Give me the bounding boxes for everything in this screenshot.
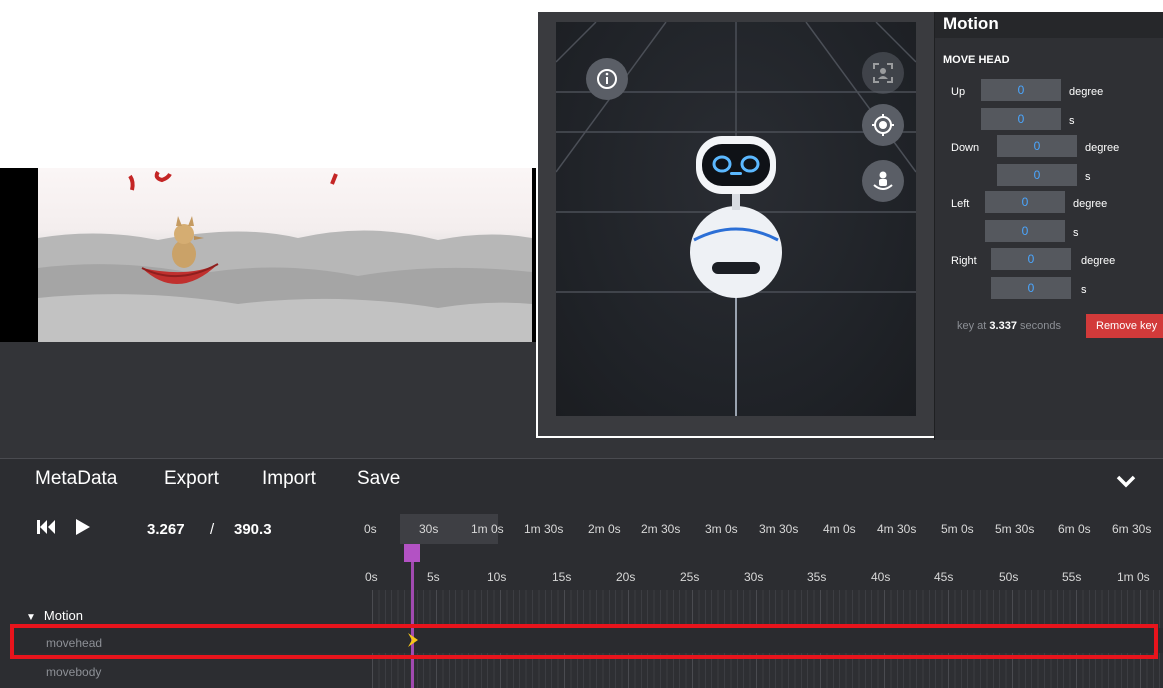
detail-tick-label: 35s [807, 570, 827, 584]
detail-tick-label: 40s [871, 570, 891, 584]
detail-tick-label: 5s [427, 570, 440, 584]
track-group-label: Motion [43, 608, 83, 623]
key-at-info: key at 3.337 seconds [957, 320, 1061, 332]
overview-tick-label: 4m 30s [877, 522, 917, 536]
highlight-selection-box [10, 624, 1158, 659]
right-seconds-unit: s [1081, 284, 1087, 296]
detail-tick-label: 10s [487, 570, 507, 584]
playhead-line [411, 544, 414, 688]
overview-tick-label: 6m 0s [1058, 522, 1091, 536]
crosshair-target-icon [872, 114, 894, 136]
rotate-view-button[interactable] [862, 160, 904, 202]
overview-tick-label: 0s [364, 522, 377, 536]
overview-tick-label: 3m 0s [705, 522, 738, 536]
menu-export[interactable]: Export [164, 468, 219, 490]
overview-tick-label: 4m 0s [823, 522, 856, 536]
down-seconds-unit: s [1085, 171, 1091, 183]
down-degree-input[interactable]: 0 [997, 135, 1077, 157]
up-degree-input[interactable]: 0 [981, 79, 1061, 101]
timeline-panel: 3.267 / 390.3 0s 30s 1m 0s 1m 30s 2m 0s … [0, 500, 1163, 688]
detail-tick-label: 25s [680, 570, 700, 584]
right-label: Right [951, 255, 977, 267]
right-degree-input[interactable]: 0 [991, 248, 1071, 270]
menu-import[interactable]: Import [262, 468, 316, 490]
up-degree-unit: degree [1069, 86, 1104, 98]
left-degree-input[interactable]: 0 [985, 191, 1065, 213]
left-seconds-input[interactable]: 0 [985, 220, 1065, 242]
robot-3d-viewport[interactable] [556, 22, 916, 416]
overview-tick-label: 6m 30s [1112, 522, 1152, 536]
overview-tick-label: 5m 30s [995, 522, 1035, 536]
rotate-user-icon [873, 171, 893, 190]
up-seconds-input[interactable]: 0 [981, 108, 1061, 130]
detail-tick-label: 55s [1062, 570, 1082, 584]
triangle-down-icon[interactable]: ▼ [26, 612, 36, 623]
playhead-handle[interactable] [404, 544, 420, 562]
remove-key-button[interactable]: Remove key [1086, 314, 1163, 338]
left-degree-unit: degree [1073, 198, 1108, 210]
motion-properties-panel: Motion MOVE HEAD Up 0 degree 0 s Down 0 … [934, 12, 1163, 440]
info-icon [597, 69, 617, 89]
section-title: MOVE HEAD [943, 54, 1010, 66]
track-group-motion[interactable]: ▼ Motion [26, 608, 83, 623]
up-seconds-unit: s [1069, 115, 1075, 127]
overview-ruler[interactable]: 0s 30s 1m 0s 1m 30s 2m 0s 2m 30s 3m 0s 3… [0, 500, 1163, 560]
overview-tick-label: 1m 30s [524, 522, 564, 536]
key-at-suffix: seconds [1020, 320, 1061, 332]
video-letterbox-left [0, 168, 38, 342]
down-seconds-input[interactable]: 0 [997, 164, 1077, 186]
panel-title: Motion [943, 14, 999, 33]
right-seconds-input[interactable]: 0 [991, 277, 1071, 299]
detail-tick-label: 30s [744, 570, 764, 584]
detail-tick-label: 50s [999, 570, 1019, 584]
down-degree-unit: degree [1085, 142, 1120, 154]
menu-bar: MetaData Export Import Save [0, 458, 1163, 500]
robot-preview-window: Motion MOVE HEAD Up 0 degree 0 s Down 0 … [536, 10, 1163, 440]
chevron-down-icon [1116, 475, 1136, 488]
detail-tick-label: 15s [552, 570, 572, 584]
detail-tick-label: 1m 0s [1117, 570, 1150, 584]
left-label: Left [951, 198, 970, 210]
overview-tick-label: 2m 30s [641, 522, 681, 536]
detail-tick-label: 45s [934, 570, 954, 584]
key-at-value: 3.337 [989, 320, 1017, 332]
detail-ruler[interactable]: 0s 5s 10s 15s 20s 25s 30s 35s 40s 45s 50… [0, 564, 1163, 590]
overview-tick-label: 2m 0s [588, 522, 621, 536]
up-label: Up [951, 86, 966, 98]
target-button[interactable] [862, 104, 904, 146]
collapse-button[interactable] [1114, 469, 1138, 493]
overview-tick-label: 1m 0s [471, 522, 504, 536]
zenbo-robot [690, 136, 782, 298]
focus-frame-icon [873, 63, 893, 83]
video-frame [38, 168, 532, 342]
right-degree-unit: degree [1081, 255, 1116, 267]
detail-tick-label: 20s [616, 570, 636, 584]
down-label: Down [951, 142, 980, 154]
menu-metadata[interactable]: MetaData [35, 468, 117, 490]
fox-umbrella-scene [38, 170, 532, 342]
detail-tick-label: 0s [365, 570, 378, 584]
info-button[interactable] [586, 58, 628, 100]
left-seconds-unit: s [1073, 227, 1079, 239]
focus-button[interactable] [862, 52, 904, 94]
key-at-prefix: key at [957, 320, 987, 332]
overview-tick-label: 3m 30s [759, 522, 799, 536]
track-label-movebody[interactable]: movebody [46, 665, 101, 679]
menu-save[interactable]: Save [357, 468, 400, 490]
overview-tick-label: 30s [419, 522, 439, 536]
overview-tick-label: 5m 0s [941, 522, 974, 536]
